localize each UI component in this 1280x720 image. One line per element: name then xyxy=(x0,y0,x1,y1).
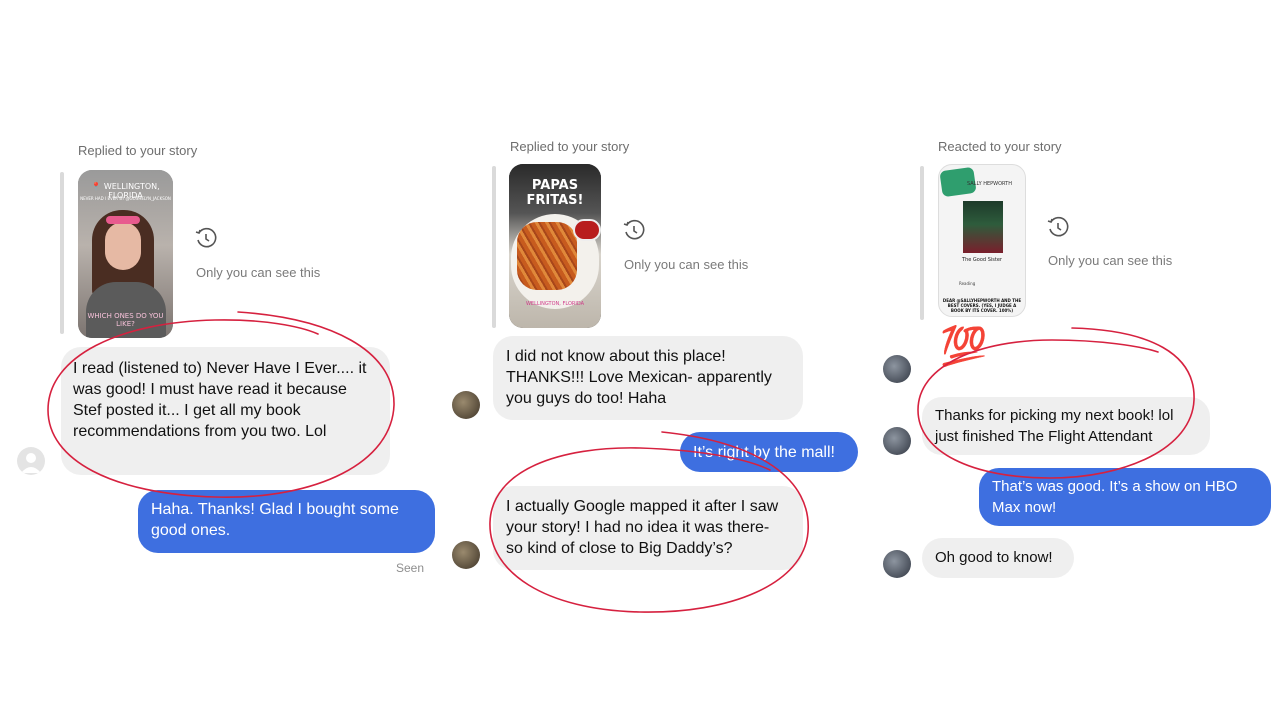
story-reply-label: Replied to your story xyxy=(510,139,630,154)
quote-bar xyxy=(920,166,924,320)
reading-status: Reading xyxy=(959,281,976,286)
story-thumbnail[interactable]: PAPAS FRITAS! WELLINGTON, FLORIDA xyxy=(509,164,601,328)
incoming-message[interactable]: I read (listened to) Never Have I Ever..… xyxy=(61,347,390,475)
book-author: SALLY HEPWORTH xyxy=(967,181,1012,187)
story-reaction-label: Reacted to your story xyxy=(938,139,1062,154)
fries xyxy=(517,222,577,290)
conversation-panel-3: Reacted to your story SALLY HEPWORTH The… xyxy=(880,0,1280,720)
private-note: Only you can see this xyxy=(196,265,321,280)
story-caption: WHICH ONES DO YOU LIKE? xyxy=(87,312,164,328)
incoming-message[interactable]: I actually Google mapped it after I saw … xyxy=(493,486,803,570)
person-shirt xyxy=(86,282,166,338)
person-face xyxy=(105,222,141,270)
history-icon xyxy=(195,227,217,248)
story-location-tag: WELLINGTON, FLORIDA xyxy=(525,301,585,307)
history-icon xyxy=(1047,216,1069,237)
story-thumbnail[interactable]: 📍 WELLINGTON, FLORIDA NEVER HAD I EVER B… xyxy=(78,170,173,338)
conversation-panel-1: Replied to your story 📍 WELLINGTON, FLOR… xyxy=(0,0,440,720)
default-avatar-icon xyxy=(21,453,41,473)
outgoing-message[interactable]: It’s right by the mall! xyxy=(680,432,858,472)
salsa-cup xyxy=(573,219,601,241)
story-caption: DEAR @SALLYHEPWORTH AND THE BEST COVERS.… xyxy=(942,298,1022,313)
seen-indicator: Seen xyxy=(396,561,425,575)
private-note: Only you can see this xyxy=(1048,253,1173,268)
story-thumbnail[interactable]: SALLY HEPWORTH The Good Sister Reading D… xyxy=(938,164,1026,317)
sender-avatar[interactable] xyxy=(883,550,911,578)
outgoing-message[interactable]: That’s was good. It’s a show on HBO Max … xyxy=(979,468,1271,526)
incoming-message[interactable]: Oh good to know! xyxy=(922,538,1074,578)
outgoing-message[interactable]: Haha. Thanks! Glad I bought some good on… xyxy=(138,490,435,553)
book-title: The Good Sister xyxy=(962,257,1002,263)
sender-avatar[interactable] xyxy=(883,427,911,455)
story-reply-label: Replied to your story xyxy=(78,143,198,158)
sender-avatar[interactable] xyxy=(17,447,45,475)
story-title: PAPAS FRITAS! xyxy=(526,178,584,208)
conversation-panel-2: Replied to your story PAPAS FRITAS! WELL… xyxy=(440,0,880,720)
sender-avatar[interactable] xyxy=(452,541,480,569)
history-icon xyxy=(623,219,645,240)
sender-avatar[interactable] xyxy=(883,355,911,383)
story-subtitle: NEVER HAD I EVER BY @GOSHELYN_JACKSON xyxy=(80,196,171,201)
sunglasses xyxy=(106,216,140,224)
private-note: Only you can see this xyxy=(624,257,749,272)
incoming-message[interactable]: I did not know about this place! THANKS!… xyxy=(493,336,803,420)
book-cover xyxy=(963,201,1003,253)
quote-bar xyxy=(60,172,64,334)
incoming-message[interactable]: Thanks for picking my next book! lol jus… xyxy=(922,397,1210,455)
sender-avatar[interactable] xyxy=(452,391,480,419)
quote-bar xyxy=(492,166,496,328)
hundred-reaction-emoji: 💯 xyxy=(940,326,988,368)
